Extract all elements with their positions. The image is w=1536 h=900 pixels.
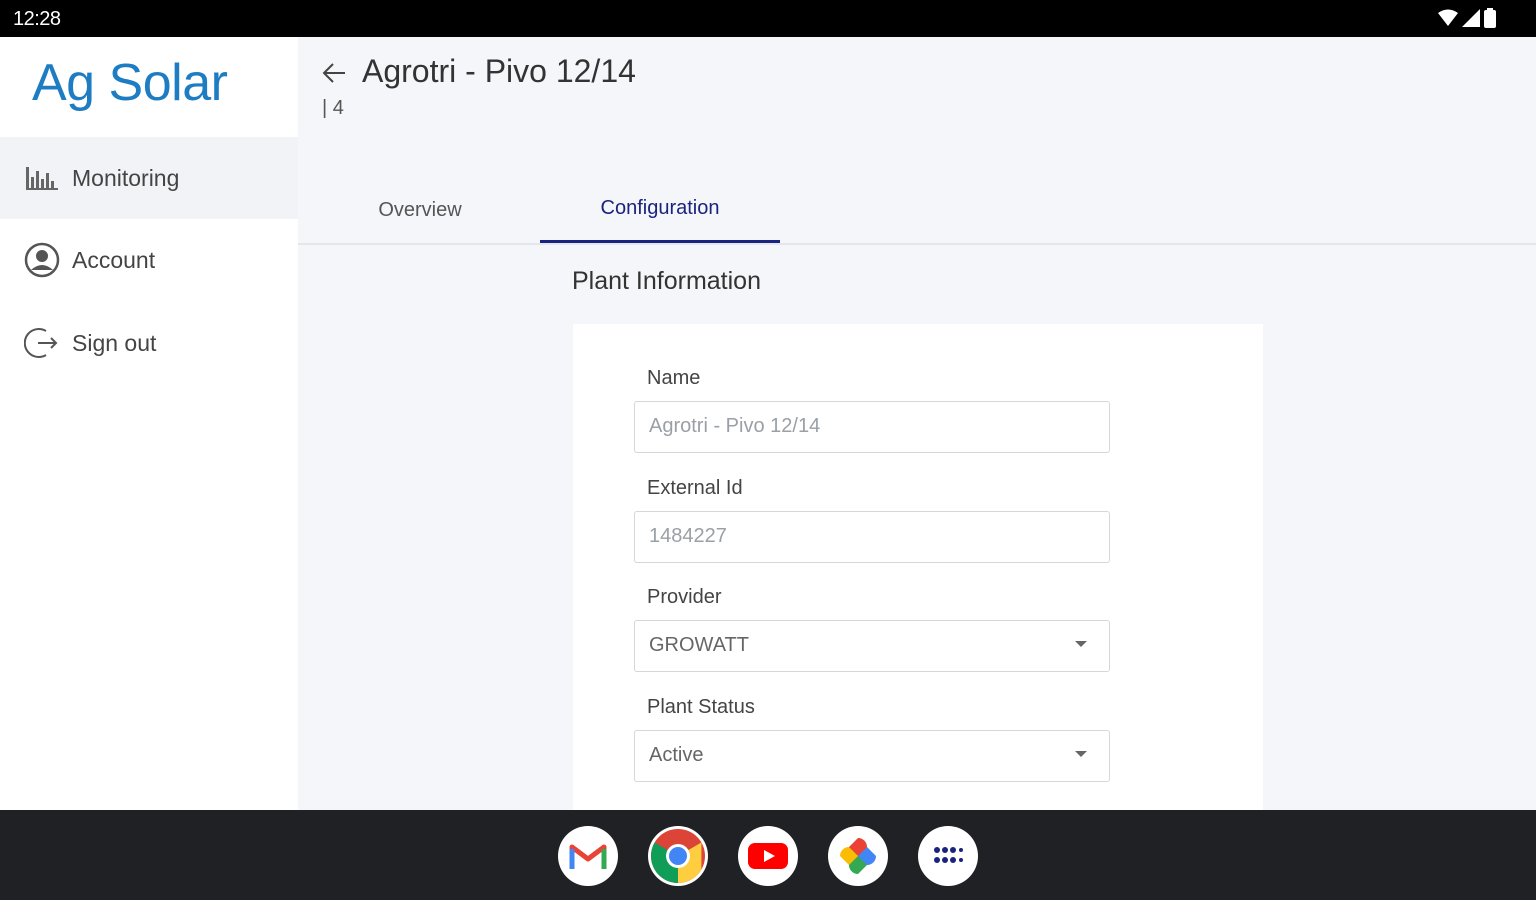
external-id-value: 1484227 — [649, 525, 727, 547]
plant-status-value: Active — [649, 744, 704, 766]
sign-out-icon — [24, 325, 60, 361]
bar-chart-icon — [24, 160, 60, 196]
status-bar: 12:28 — [0, 0, 1536, 37]
dropdown-arrow-icon — [1075, 641, 1087, 647]
external-id-label: External Id — [647, 477, 743, 499]
name-field[interactable]: Agrotri - Pivo 12/14 — [634, 401, 1110, 453]
sidebar-item-label: Monitoring — [72, 164, 180, 191]
sidebar-item-account[interactable]: Account — [0, 219, 298, 301]
back-button[interactable] — [318, 57, 350, 89]
main-content: Agrotri - Pivo 12/14 | 4 Overview Config… — [298, 37, 1536, 810]
external-id-field[interactable]: 1484227 — [634, 511, 1110, 563]
gmail-icon[interactable] — [558, 826, 618, 886]
section-title: Plant Information — [572, 267, 761, 295]
tab-overview[interactable]: Overview — [300, 177, 540, 243]
tab-configuration[interactable]: Configuration — [540, 177, 780, 243]
status-icons — [1438, 8, 1496, 28]
name-label: Name — [647, 367, 701, 389]
wifi-icon — [1438, 9, 1458, 26]
sidebar-item-monitoring[interactable]: Monitoring — [0, 137, 298, 219]
plant-status-label: Plant Status — [647, 696, 755, 718]
sidebar-item-sign-out[interactable]: Sign out — [0, 302, 298, 384]
sidebar-item-label: Account — [72, 246, 156, 273]
signal-icon — [1462, 9, 1480, 27]
taskbar — [0, 810, 1536, 900]
provider-value: GROWATT — [649, 634, 749, 656]
page-title: Agrotri - Pivo 12/14 — [362, 53, 636, 89]
page-subtitle: | 4 — [322, 97, 344, 119]
photos-icon[interactable] — [828, 826, 888, 886]
youtube-icon[interactable] — [738, 826, 798, 886]
brand-logo-text: Ag Solar — [32, 54, 228, 112]
status-time: 12:28 — [13, 8, 61, 30]
tab-bar: Overview Configuration — [298, 177, 1536, 245]
provider-label: Provider — [647, 586, 722, 608]
chrome-icon[interactable] — [648, 826, 708, 886]
sidebar-item-label: Sign out — [72, 329, 157, 356]
name-value: Agrotri - Pivo 12/14 — [649, 415, 821, 437]
app-launcher-icon[interactable] — [918, 826, 978, 886]
provider-select[interactable]: GROWATT — [634, 620, 1110, 672]
dropdown-arrow-icon — [1075, 751, 1087, 757]
battery-icon — [1484, 8, 1496, 28]
sidebar: Ag Solar Monitoring Account Sign out — [0, 37, 298, 810]
account-circle-icon — [24, 242, 60, 278]
arrow-left-icon — [322, 63, 345, 83]
plant-info-card: Name Agrotri - Pivo 12/14 External Id 14… — [573, 324, 1263, 810]
plant-status-select[interactable]: Active — [634, 730, 1110, 782]
